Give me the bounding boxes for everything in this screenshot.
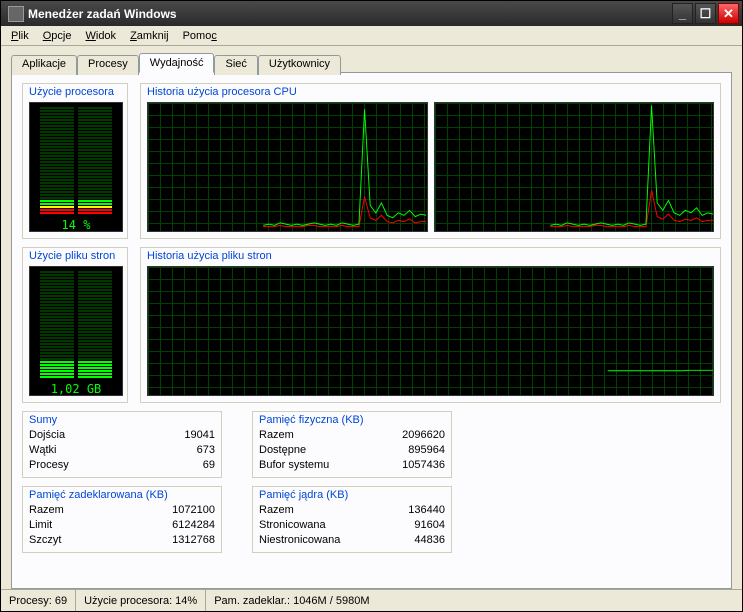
totals-title: Sumy [23, 412, 221, 428]
pf-history-group: Historia użycia pliku stron [140, 247, 721, 403]
performance-panel: Użycie procesora 14 % Historia użycia pr… [11, 72, 732, 589]
menu-file[interactable]: Plik [5, 28, 35, 44]
pf-history-title: Historia użycia pliku stron [141, 248, 720, 266]
totals-group: Sumy Dojścia19041Wątki673Procesy69 [22, 411, 222, 478]
tab-applications[interactable]: Aplikacje [11, 55, 77, 75]
tab-processes[interactable]: Procesy [77, 55, 139, 75]
pf-gauge-value: 1,02 GB [30, 382, 122, 399]
tab-strip: Aplikacje Procesy Wydajność Sieć Użytkow… [11, 53, 732, 73]
commit-title: Pamięć zadeklarowana (KB) [23, 487, 221, 503]
stat-line: Szczyt1312768 [29, 533, 215, 548]
menubar: Plik Opcje Widok Zamknij Pomoc [1, 26, 742, 46]
stat-line: Dostępne895964 [259, 443, 445, 458]
stats-lower: Pamięć zadeklarowana (KB) Razem1072100Li… [22, 486, 721, 553]
status-processes: Procesy: 69 [1, 590, 76, 611]
physmem-title: Pamięć fizyczna (KB) [253, 412, 451, 428]
stat-line: Procesy69 [29, 458, 215, 473]
titlebar[interactable]: Menedżer zadań Windows _ ☐ ✕ [1, 1, 742, 26]
cpu-history-graph-1 [434, 102, 715, 232]
stat-line: Razem2096620 [259, 428, 445, 443]
cpu-gauge-value: 14 % [30, 218, 122, 235]
stat-line: Razem136440 [259, 503, 445, 518]
status-cpu: Użycie procesora: 14% [76, 590, 206, 611]
tab-performance[interactable]: Wydajność [139, 53, 215, 73]
cpu-usage-title: Użycie procesora [23, 84, 127, 102]
stat-line: Wątki673 [29, 443, 215, 458]
stat-line: Stronicowana91604 [259, 518, 445, 533]
cpu-usage-group: Użycie procesora 14 % [22, 83, 128, 239]
pf-usage-title: Użycie pliku stron [23, 248, 127, 266]
minimize-button[interactable]: _ [672, 3, 693, 24]
menu-options[interactable]: Opcje [37, 28, 78, 44]
cpu-row: Użycie procesora 14 % Historia użycia pr… [22, 83, 721, 239]
pf-gauge: 1,02 GB [29, 266, 123, 396]
stat-line: Dojścia19041 [29, 428, 215, 443]
cpu-gauge: 14 % [29, 102, 123, 232]
content-area: Aplikacje Procesy Wydajność Sieć Użytkow… [1, 46, 742, 589]
task-manager-window: Menedżer zadań Windows _ ☐ ✕ Plik Opcje … [0, 0, 743, 612]
stats-upper: Sumy Dojścia19041Wątki673Procesy69 Pamię… [22, 411, 721, 478]
kernel-group: Pamięć jądra (KB) Razem136440Stronicowan… [252, 486, 452, 553]
commit-group: Pamięć zadeklarowana (KB) Razem1072100Li… [22, 486, 222, 553]
cpu-history-graph-0 [147, 102, 428, 232]
tab-networking[interactable]: Sieć [214, 55, 257, 75]
cpu-history-group: Historia użycia procesora CPU [140, 83, 721, 239]
cpu-history-title: Historia użycia procesora CPU [141, 84, 720, 102]
menu-shutdown[interactable]: Zamknij [124, 28, 175, 44]
pf-usage-group: Użycie pliku stron 1,02 GB [22, 247, 128, 403]
stat-line: Niestronicowana44836 [259, 533, 445, 548]
app-icon [8, 6, 24, 22]
window-controls: _ ☐ ✕ [672, 3, 739, 24]
window-title: Menedżer zadań Windows [28, 7, 672, 21]
close-button[interactable]: ✕ [718, 3, 739, 24]
menu-view[interactable]: Widok [79, 28, 122, 44]
pf-history-graph [147, 266, 714, 396]
statusbar: Procesy: 69 Użycie procesora: 14% Pam. z… [1, 589, 742, 611]
pf-row: Użycie pliku stron 1,02 GB Historia użyc… [22, 247, 721, 403]
maximize-button[interactable]: ☐ [695, 3, 716, 24]
stat-line: Bufor systemu1057436 [259, 458, 445, 473]
menu-help[interactable]: Pomoc [177, 28, 223, 44]
physmem-group: Pamięć fizyczna (KB) Razem2096620Dostępn… [252, 411, 452, 478]
stat-line: Razem1072100 [29, 503, 215, 518]
kernel-title: Pamięć jądra (KB) [253, 487, 451, 503]
tab-users[interactable]: Użytkownicy [258, 55, 341, 75]
status-commit: Pam. zadeklar.: 1046M / 5980M [206, 590, 742, 611]
stat-line: Limit6124284 [29, 518, 215, 533]
